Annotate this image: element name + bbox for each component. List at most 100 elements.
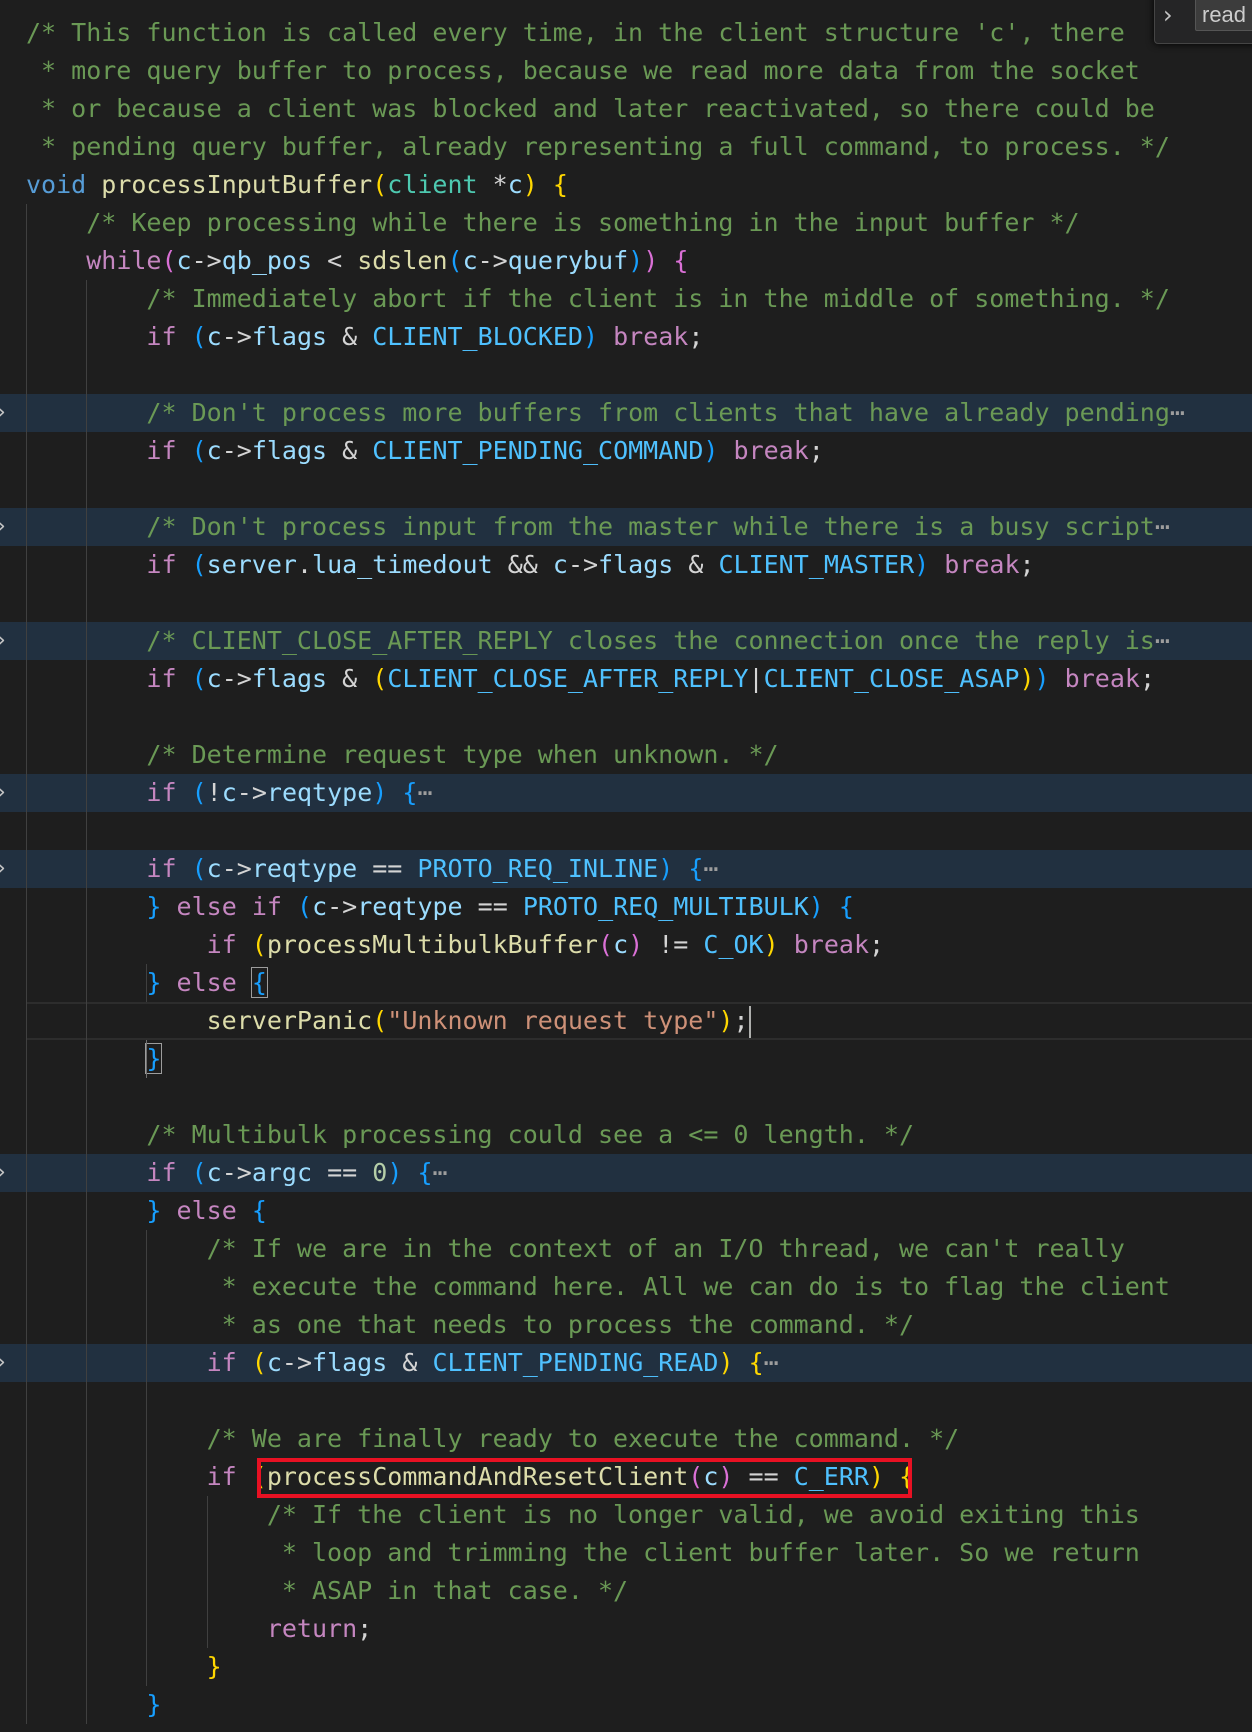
fold-chevron-icon[interactable]: › <box>0 508 11 546</box>
code-token: c <box>552 550 568 579</box>
fold-chevron-icon[interactable]: › <box>0 774 11 812</box>
code-line[interactable]: * ASAP in that case. */ <box>0 1572 1252 1610</box>
code-token: & <box>327 436 373 465</box>
code-line[interactable]: if (server.lua_timedout && c->flags & CL… <box>0 546 1252 584</box>
find-input[interactable]: read <box>1195 0 1252 31</box>
code-token: -> <box>327 892 358 921</box>
code-token: -> <box>191 246 222 275</box>
code-token: ( <box>251 1462 267 1491</box>
code-token: * <box>477 170 508 199</box>
code-token: * execute the command here. All we can d… <box>221 1272 1170 1301</box>
code-line[interactable] <box>0 1382 1252 1420</box>
code-line[interactable]: } <box>0 1648 1252 1686</box>
chevron-right-icon[interactable]: › <box>1163 0 1173 31</box>
code-line[interactable]: /* Multibulk processing could see a <= 0… <box>0 1116 1252 1154</box>
code-line[interactable]: serverPanic("Unknown request type"); <box>0 1002 1252 1040</box>
indent-guide <box>206 1496 208 1648</box>
code-line[interactable]: if (c->flags & (CLIENT_CLOSE_AFTER_REPLY… <box>0 660 1252 698</box>
code-line[interactable]: } else if (c->reqtype == PROTO_REQ_MULTI… <box>0 888 1252 926</box>
fold-ellipsis[interactable]: ⋯ <box>433 1158 448 1187</box>
code-text: if (server.lua_timedout && c->flags & CL… <box>26 546 1034 584</box>
code-line[interactable]: › if (c->flags & CLIENT_PENDING_READ) {⋯ <box>0 1344 1252 1382</box>
code-token: ( <box>191 436 207 465</box>
fold-chevron-icon[interactable]: › <box>0 622 11 660</box>
code-token: argc <box>251 1158 313 1187</box>
code-line[interactable]: if (processMultibulkBuffer(c) != C_OK) b… <box>0 926 1252 964</box>
fold-ellipsis[interactable]: ⋯ <box>764 1348 779 1377</box>
code-line[interactable]: /* Immediately abort if the client is in… <box>0 280 1252 318</box>
code-line[interactable]: /* We are finally ready to execute the c… <box>0 1420 1252 1458</box>
code-line[interactable]: } else { <box>0 964 1252 1002</box>
code-text: if (processCommandAndResetClient(c) == C… <box>26 1458 915 1496</box>
code-line[interactable] <box>0 698 1252 736</box>
fold-ellipsis[interactable]: ⋯ <box>1170 398 1185 427</box>
code-line[interactable] <box>0 1078 1252 1116</box>
code-line[interactable]: } <box>0 1040 1252 1078</box>
fold-ellipsis[interactable]: ⋯ <box>1155 512 1170 541</box>
code-token: -> <box>477 246 508 275</box>
code-text: /* Don't process more buffers from clien… <box>26 394 1185 432</box>
fold-chevron-icon[interactable]: › <box>0 1344 11 1382</box>
code-line[interactable]: › /* CLIENT_CLOSE_AFTER_REPLY closes the… <box>0 622 1252 660</box>
code-line[interactable]: * as one that needs to process the comma… <box>0 1306 1252 1344</box>
code-token: ) <box>763 930 779 959</box>
code-token: flags <box>251 322 328 351</box>
code-line[interactable]: /* Determine request type when unknown. … <box>0 736 1252 774</box>
fold-ellipsis[interactable]: ⋯ <box>1155 626 1170 655</box>
code-token: ( <box>191 1158 207 1187</box>
code-text: * more query buffer to process, because … <box>26 52 1140 90</box>
code-line[interactable] <box>0 470 1252 508</box>
fold-ellipsis[interactable]: ⋯ <box>703 854 718 883</box>
code-token: { <box>748 1348 764 1377</box>
code-line[interactable] <box>0 356 1252 394</box>
code-line[interactable]: /* Keep processing while there is someth… <box>0 204 1252 242</box>
code-token: if <box>206 1348 237 1377</box>
code-line[interactable]: void processInputBuffer(client *c) { <box>0 166 1252 204</box>
code-line[interactable]: while(c->qb_pos < sdslen(c->querybuf)) { <box>0 242 1252 280</box>
code-text: void processInputBuffer(client *c) { <box>26 166 568 204</box>
code-token: == <box>312 1158 373 1187</box>
code-editor[interactable]: /* This function is called every time, i… <box>0 0 1252 1732</box>
code-line[interactable]: return; <box>0 1610 1252 1648</box>
code-line[interactable]: if (processCommandAndResetClient(c) == C… <box>0 1458 1252 1496</box>
fold-chevron-icon[interactable]: › <box>0 394 11 432</box>
code-line[interactable]: * pending query buffer, already represen… <box>0 128 1252 166</box>
code-line[interactable]: if (c->flags & CLIENT_BLOCKED) break; <box>0 318 1252 356</box>
code-token: ( <box>297 892 313 921</box>
code-line[interactable]: /* This function is called every time, i… <box>0 14 1252 52</box>
fold-chevron-icon[interactable]: › <box>0 850 11 888</box>
code-line[interactable]: * execute the command here. All we can d… <box>0 1268 1252 1306</box>
code-token: CLIENT_MASTER <box>718 550 915 579</box>
code-line[interactable]: /* If we are in the context of an I/O th… <box>0 1230 1252 1268</box>
code-line[interactable]: * more query buffer to process, because … <box>0 52 1252 90</box>
code-line[interactable]: › /* Don't process more buffers from cli… <box>0 394 1252 432</box>
code-line[interactable]: › if (c->argc == 0) {⋯ <box>0 1154 1252 1192</box>
code-token: { <box>688 854 704 883</box>
code-token: -> <box>221 854 252 883</box>
code-line[interactable]: * or because a client was blocked and la… <box>0 90 1252 128</box>
code-token: if <box>146 854 177 883</box>
code-line[interactable]: * loop and trimming the client buffer la… <box>0 1534 1252 1572</box>
code-token: while <box>86 246 162 275</box>
code-token: c <box>221 778 237 807</box>
fold-ellipsis[interactable]: ⋯ <box>417 778 432 807</box>
code-line[interactable]: /* If the client is no longer valid, we … <box>0 1496 1252 1534</box>
code-line[interactable]: › if (c->reqtype == PROTO_REQ_INLINE) {⋯ <box>0 850 1252 888</box>
code-line[interactable]: › if (!c->reqtype) {⋯ <box>0 774 1252 812</box>
code-line[interactable]: if (c->flags & CLIENT_PENDING_COMMAND) b… <box>0 432 1252 470</box>
find-widget[interactable]: › read <box>1154 0 1252 44</box>
code-line[interactable]: } <box>0 1686 1252 1724</box>
code-line[interactable]: › /* Don't process input from the master… <box>0 508 1252 546</box>
code-token: && <box>492 550 553 579</box>
code-line[interactable] <box>0 584 1252 622</box>
code-line[interactable]: } else { <box>0 1192 1252 1230</box>
code-line[interactable] <box>0 812 1252 850</box>
fold-chevron-icon[interactable]: › <box>0 1154 11 1192</box>
